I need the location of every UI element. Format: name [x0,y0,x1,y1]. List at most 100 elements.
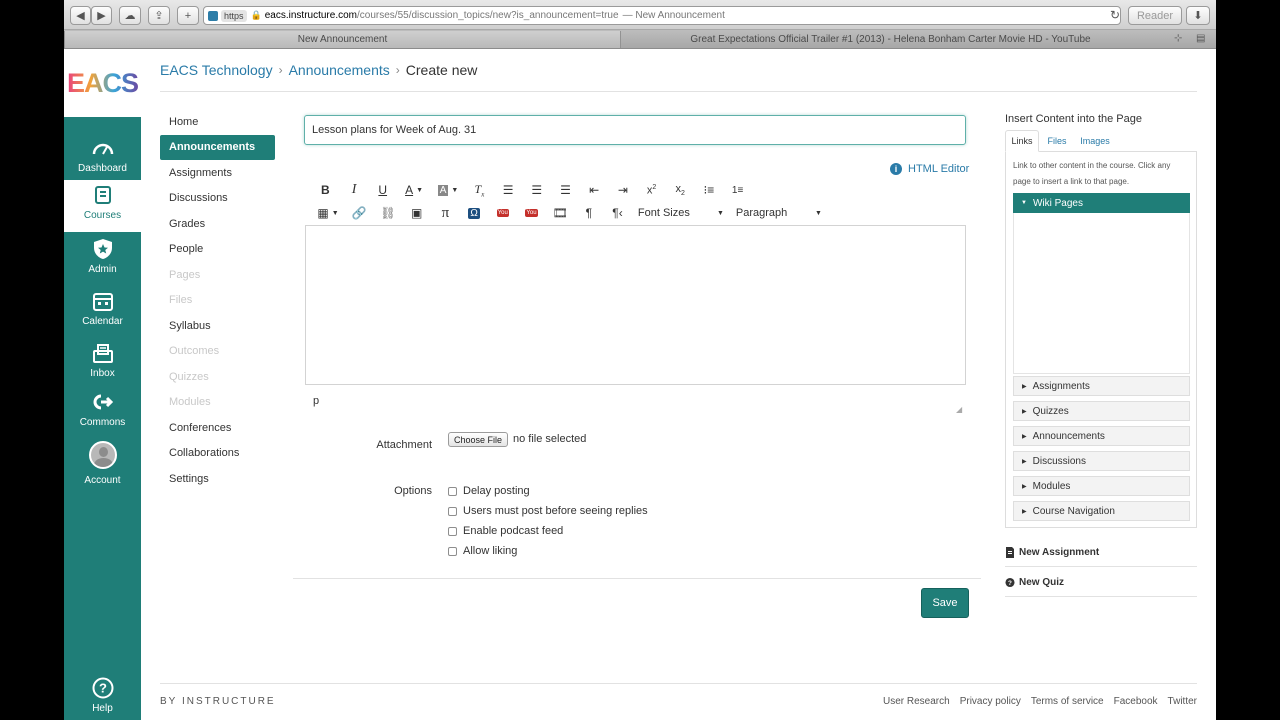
html-editor-toggle[interactable]: i HTML Editor [890,163,969,175]
section-course-navigation[interactable]: ▶ Course Navigation [1013,501,1190,521]
share-button[interactable]: ⇪ [148,6,170,25]
browser-tab-new-announcement[interactable]: New Announcement [64,31,620,48]
footer-link-twitter[interactable]: Twitter [1168,696,1197,707]
text-color-button[interactable]: A ▼ [397,180,431,200]
forward-button[interactable]: ▶ [91,6,112,25]
nav-dashboard[interactable]: Dashboard [64,133,141,185]
nav-account[interactable]: Account [64,439,141,499]
coursenav-discussions[interactable]: Discussions [160,186,275,212]
wiki-pages-list[interactable] [1013,213,1190,374]
subscript-button[interactable]: x2 [666,180,695,200]
footer-brand[interactable]: BY INSTRUCTURE [160,696,276,707]
wiki-pages-section[interactable]: ▼ Wiki Pages [1013,193,1190,213]
nav-help[interactable]: ? Help [64,673,141,720]
nav-admin[interactable]: Admin [64,234,141,286]
nav-calendar[interactable]: Calendar [64,286,141,338]
coursenav-collaborations[interactable]: Collaborations [160,441,275,467]
allow-liking-checkbox[interactable] [448,546,457,556]
footer-link-privacy[interactable]: Privacy policy [960,696,1021,707]
new-assignment-link[interactable]: New Assignment [1005,538,1197,567]
post-before-replies-checkbox[interactable] [448,506,457,516]
indent-button[interactable]: ⇥ [609,180,638,200]
new-tab-button[interactable]: + [177,6,199,25]
breadcrumb-course[interactable]: EACS Technology [160,62,273,78]
align-right-button[interactable]: ☰ [551,180,580,200]
link-icon: 🔗 [351,206,367,220]
youtube-record-button[interactable]: You [517,203,546,223]
tab-list-icon[interactable]: ▤ [1196,33,1205,44]
podcast-feed-checkbox[interactable] [448,526,457,536]
bullet-list-button[interactable]: ⁝≡ [695,180,724,200]
font-sizes-select[interactable]: Font Sizes ▼ [632,203,730,223]
coursenav-conferences[interactable]: Conferences [160,415,275,441]
outdent-button[interactable]: ⇤ [580,180,609,200]
superscript-icon: x2 [646,183,657,197]
address-bar[interactable]: https 🔒 eacs.instructure.com /courses/55… [203,6,1121,25]
unlink-button[interactable]: ⛓ [374,203,403,223]
section-quizzes[interactable]: ▶ Quizzes [1013,401,1190,421]
ltr-button[interactable]: ¶ [575,203,604,223]
tab-overflow-icon[interactable]: ⊹ [1174,33,1182,44]
coursenav-announcements[interactable]: Announcements [160,134,275,160]
back-button[interactable]: ◀ [70,6,91,25]
nav-inbox[interactable]: Inbox [64,338,141,390]
tab-images[interactable]: Images [1075,130,1115,152]
equation-button[interactable]: π [431,203,460,223]
delay-posting-checkbox[interactable] [448,486,457,496]
section-discussions[interactable]: ▶ Discussions [1013,451,1190,471]
save-button[interactable]: Save [921,588,969,618]
italic-button[interactable]: I [340,180,369,200]
rich-content-editor[interactable] [305,225,966,385]
coursenav-syllabus[interactable]: Syllabus [160,313,275,339]
coursenav-people[interactable]: People [160,237,275,263]
table-button[interactable]: ▦ ▼ [311,203,345,223]
nav-courses[interactable]: Courses [64,180,141,232]
nav-commons[interactable]: Commons [64,387,141,439]
bold-button[interactable]: B [311,180,340,200]
numbered-list-button[interactable]: 1≡ [723,180,752,200]
footer-link-facebook[interactable]: Facebook [1114,696,1158,707]
footer-link-terms[interactable]: Terms of service [1031,696,1104,707]
url-path: /courses/55/discussion_topics/new?is_ann… [357,10,619,21]
browser-tab-youtube[interactable]: Great Expectations Official Trailer #1 (… [620,31,1160,48]
tab-files[interactable]: Files [1041,130,1073,152]
media-button[interactable]: 🎞 [546,203,575,223]
tab-links[interactable]: Links [1005,130,1039,152]
new-quiz-link[interactable]: ? New Quiz [1005,568,1197,597]
option-delay-posting[interactable]: Delay posting [448,483,530,499]
section-modules[interactable]: ▶ Modules [1013,476,1190,496]
icloud-button[interactable]: ☁ [119,6,141,25]
coursenav-home[interactable]: Home [160,109,275,135]
downloads-button[interactable]: ⬇ [1186,6,1210,25]
link-button[interactable]: 🔗 [345,203,374,223]
option-allow-liking[interactable]: Allow liking [448,543,517,559]
paragraph-select[interactable]: Paragraph ▼ [730,203,828,223]
coursenav-grades[interactable]: Grades [160,211,275,237]
clear-formatting-button[interactable]: Tx [465,180,494,200]
omega-button[interactable]: Ω [460,203,489,223]
section-label: Discussions [1032,455,1086,467]
option-post-before-replies[interactable]: Users must post before seeing replies [448,503,648,519]
choose-file-button[interactable]: Choose File [448,432,509,447]
breadcrumb-announcements[interactable]: Announcements [289,62,390,78]
section-announcements[interactable]: ▶ Announcements [1013,426,1190,446]
inbox-icon [92,342,114,364]
announcement-title-input[interactable] [304,115,966,145]
image-button[interactable]: ▣ [402,203,431,223]
footer-link-user-research[interactable]: User Research [883,696,950,707]
rtl-button[interactable]: ¶‹ [603,203,632,223]
underline-button[interactable]: U [368,180,397,200]
superscript-button[interactable]: x2 [637,180,666,200]
align-center-button[interactable]: ☰ [522,180,551,200]
background-color-button[interactable]: A ▼ [431,180,465,200]
align-left-button[interactable]: ☰ [494,180,523,200]
coursenav-assignments[interactable]: Assignments [160,160,275,186]
resize-handle-icon[interactable]: ◢ [956,405,964,414]
coursenav-settings[interactable]: Settings [160,466,275,492]
section-assignments[interactable]: ▶ Assignments [1013,376,1190,396]
reader-button[interactable]: Reader [1128,6,1182,25]
eacs-logo[interactable]: EACS [64,49,141,117]
option-podcast-feed[interactable]: Enable podcast feed [448,523,563,539]
reload-icon[interactable]: ↻ [1110,8,1120,22]
youtube-embed-button[interactable]: You [488,203,517,223]
